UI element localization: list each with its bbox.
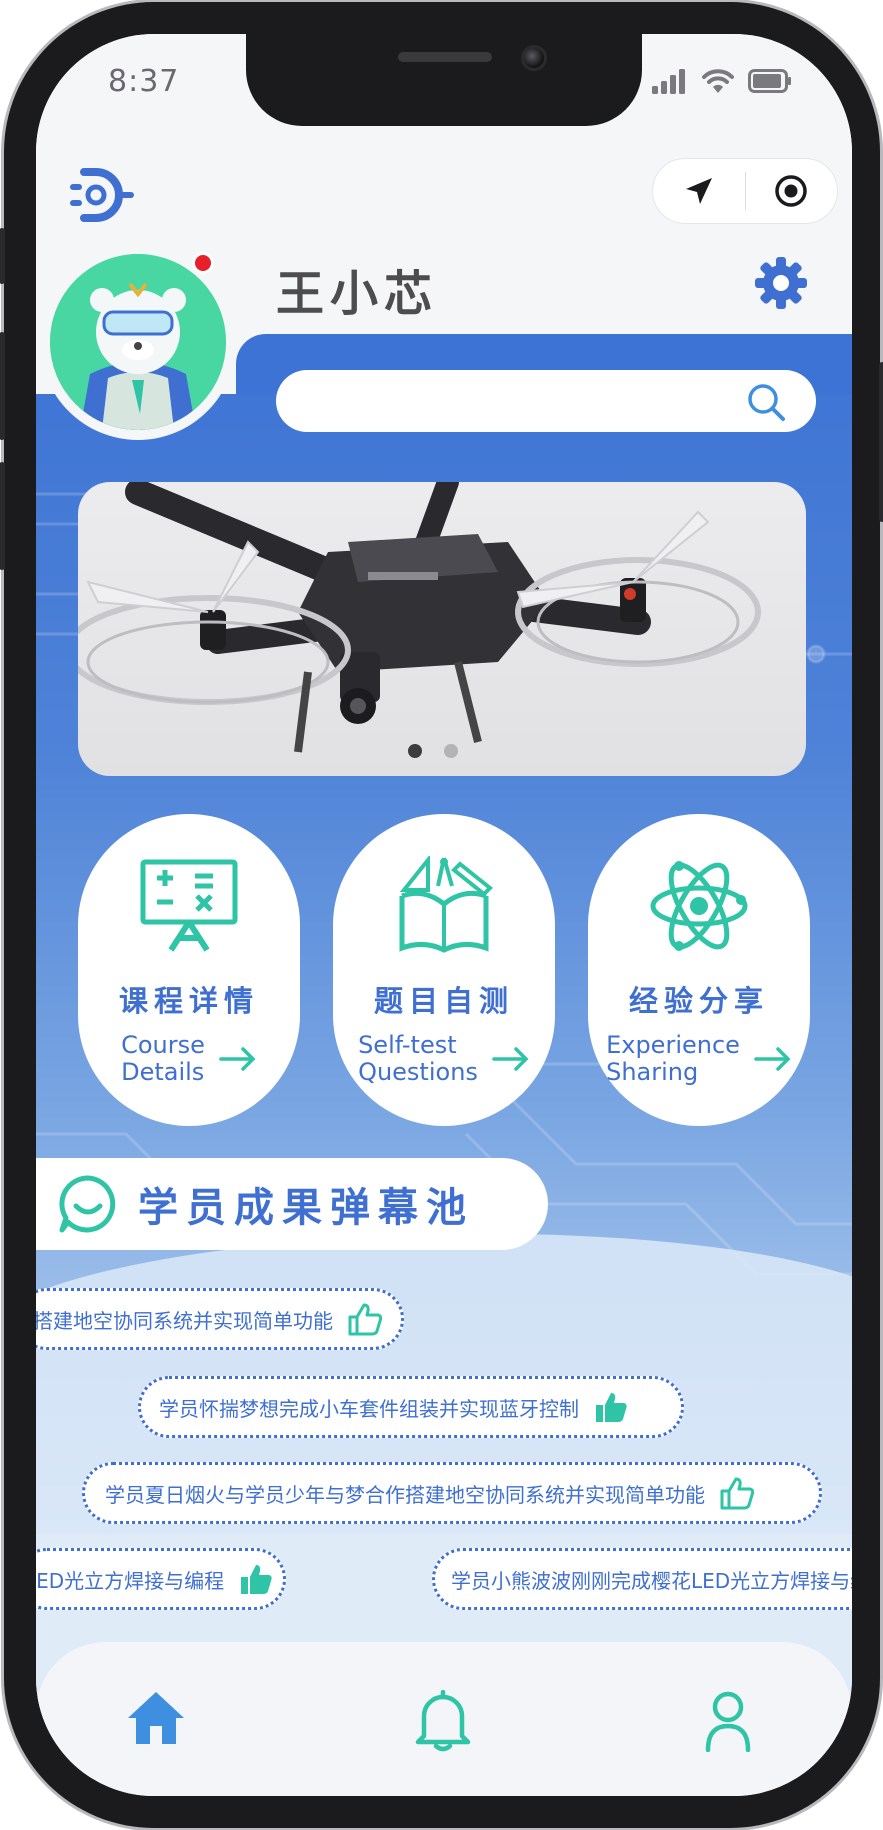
arrow-right-icon — [754, 1047, 791, 1071]
thumbs-up-filled-icon[interactable] — [593, 1390, 629, 1424]
card-title-en: Course Details — [121, 1032, 257, 1086]
gear-icon[interactable] — [754, 256, 808, 310]
user-icon[interactable] — [704, 1690, 752, 1752]
self-test-card[interactable]: 题目自测 Self-test Questions — [333, 814, 555, 1126]
chat-bubble-icon — [59, 1175, 116, 1233]
book-ruler-icon — [394, 856, 494, 956]
app-logo-icon — [70, 168, 134, 222]
thumbs-up-outline-icon[interactable] — [347, 1302, 383, 1336]
card-title-cn: 题目自测 — [373, 984, 514, 1018]
card-title-cn: 经验分享 — [628, 984, 769, 1018]
danmu-item[interactable]: 搭建地空协同系统并实现简单功能 — [36, 1288, 404, 1350]
card-title-en: Experience Sharing — [606, 1032, 792, 1086]
silent-switch — [0, 228, 5, 284]
atom-icon — [649, 856, 749, 956]
card-title-en-line1: Self-test — [358, 1031, 457, 1059]
screen: 8:37 王小芯 课程详情 Course Details 题目自测 Self-t… — [36, 34, 852, 1796]
carousel-dot-1[interactable] — [408, 744, 422, 758]
danmu-item[interactable]: 学员小熊波波刚刚完成樱花LED光立方焊接与编程 — [432, 1548, 852, 1610]
card-title-en: Self-test Questions — [358, 1032, 530, 1086]
thumbs-up-filled-icon[interactable] — [238, 1562, 274, 1596]
front-camera — [521, 45, 547, 71]
search-bar[interactable] — [276, 370, 816, 432]
close-mini-program-button[interactable] — [746, 159, 838, 223]
signal-icon — [652, 69, 685, 94]
carousel-dot-2[interactable] — [444, 744, 458, 758]
target-icon — [775, 175, 807, 207]
status-icons — [652, 68, 792, 94]
bear-avatar-icon — [50, 254, 226, 430]
carousel-indicators — [408, 744, 458, 758]
danmu-section-header: 学员成果弹幕池 — [36, 1158, 548, 1250]
card-title-en-line1: Experience — [606, 1031, 740, 1059]
notch — [246, 34, 642, 126]
wifi-icon — [702, 69, 734, 93]
share-button[interactable] — [653, 159, 745, 223]
card-title-en-line2: Sharing — [606, 1058, 699, 1086]
battery-icon — [748, 69, 791, 93]
card-title-en-line1: Course — [121, 1031, 205, 1059]
danmu-item-text: 搭建地空协同系统并实现简单功能 — [36, 1308, 333, 1333]
card-title-en-line2: Questions — [358, 1058, 478, 1086]
arrow-right-icon — [219, 1047, 256, 1071]
avatar[interactable] — [50, 254, 226, 430]
bottom-nav — [36, 1642, 852, 1796]
experience-sharing-card[interactable]: 经验分享 Experience Sharing — [588, 814, 810, 1126]
danmu-item-text: 学员小熊波波刚刚完成樱花LED光立方焊接与编程 — [451, 1568, 852, 1593]
blackboard-icon — [139, 856, 239, 956]
speaker — [398, 52, 492, 62]
phone-frame: 8:37 王小芯 课程详情 Course Details 题目自测 Self-t… — [0, 2, 883, 1828]
danmu-item-text: LED光立方焊接与编程 — [36, 1568, 225, 1593]
search-icon[interactable] — [746, 382, 786, 422]
power-button — [879, 362, 883, 522]
danmu-item-text: 学员夏日烟火与学员少年与梦合作搭建地空协同系统并实现简单功能 — [105, 1482, 705, 1507]
send-icon — [685, 178, 712, 204]
danmu-item[interactable]: 学员夏日烟火与学员少年与梦合作搭建地空协同系统并实现简单功能 — [82, 1462, 822, 1524]
card-title-en-line2: Details — [121, 1058, 205, 1086]
arrow-right-icon — [492, 1047, 529, 1071]
card-title-cn: 课程详情 — [118, 984, 259, 1018]
danmu-item[interactable]: 学员怀揣梦想完成小车套件组装并实现蓝牙控制 — [138, 1376, 684, 1438]
danmu-item-text: 学员怀揣梦想完成小车套件组装并实现蓝牙控制 — [159, 1396, 579, 1421]
course-details-card[interactable]: 课程详情 Course Details — [78, 814, 300, 1126]
mini-program-capsule — [652, 158, 838, 224]
thumbs-up-outline-icon[interactable] — [719, 1476, 755, 1510]
volume-up-button — [0, 332, 5, 440]
status-time: 8:37 — [108, 64, 180, 99]
bell-icon[interactable] — [414, 1690, 472, 1752]
danmu-title: 学员成果弹幕池 — [138, 1185, 474, 1231]
notification-dot — [192, 252, 214, 274]
banner-carousel[interactable] — [78, 482, 806, 776]
user-name: 王小芯 — [276, 266, 439, 322]
home-icon[interactable] — [126, 1690, 186, 1746]
volume-down-button — [0, 462, 5, 570]
danmu-item[interactable]: LED光立方焊接与编程 — [36, 1548, 286, 1610]
drone-image — [78, 482, 761, 753]
